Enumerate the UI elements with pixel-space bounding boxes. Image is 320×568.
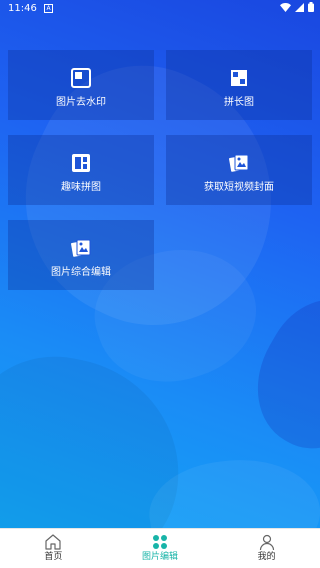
battery-icon: [308, 2, 314, 12]
clover-icon: [153, 535, 167, 549]
tab-mine[interactable]: 我的: [213, 529, 320, 568]
tile-video-cover[interactable]: 获取短视频封面: [166, 135, 312, 205]
tab-photo-edit[interactable]: 图片编辑: [107, 529, 214, 568]
wifi-icon: [280, 2, 291, 12]
status-icons: [280, 2, 314, 12]
signal-icon: [295, 2, 304, 12]
collage-icon: [72, 154, 90, 172]
tab-label: 首页: [44, 552, 63, 562]
tile-remove-watermark[interactable]: 图片去水印: [8, 50, 154, 120]
tile-label: 图片综合编辑: [51, 267, 111, 278]
photo-edit-icon: [71, 239, 91, 257]
image-frame-icon: [71, 68, 91, 88]
notification-icon: A: [44, 4, 53, 13]
tile-label: 拼长图: [224, 97, 254, 108]
tile-photo-edit[interactable]: 图片综合编辑: [8, 220, 154, 290]
user-icon: [259, 534, 274, 551]
tile-long-image[interactable]: 拼长图: [166, 50, 312, 120]
tile-label: 图片去水印: [56, 97, 106, 108]
tab-label: 我的: [257, 552, 276, 562]
tile-fun-collage[interactable]: 趣味拼图: [8, 135, 154, 205]
long-image-icon: [231, 70, 247, 86]
status-time: 11:46: [8, 3, 37, 14]
bottom-tab-bar: 首页 图片编辑 我的: [0, 528, 320, 568]
tile-label: 趣味拼图: [61, 182, 101, 193]
tab-home[interactable]: 首页: [0, 529, 107, 568]
video-cover-icon: [229, 154, 249, 172]
tile-label: 获取短视频封面: [204, 182, 274, 193]
status-bar: 11:46 A: [0, 0, 320, 18]
home-icon: [45, 534, 61, 550]
tab-label: 图片编辑: [142, 552, 179, 562]
